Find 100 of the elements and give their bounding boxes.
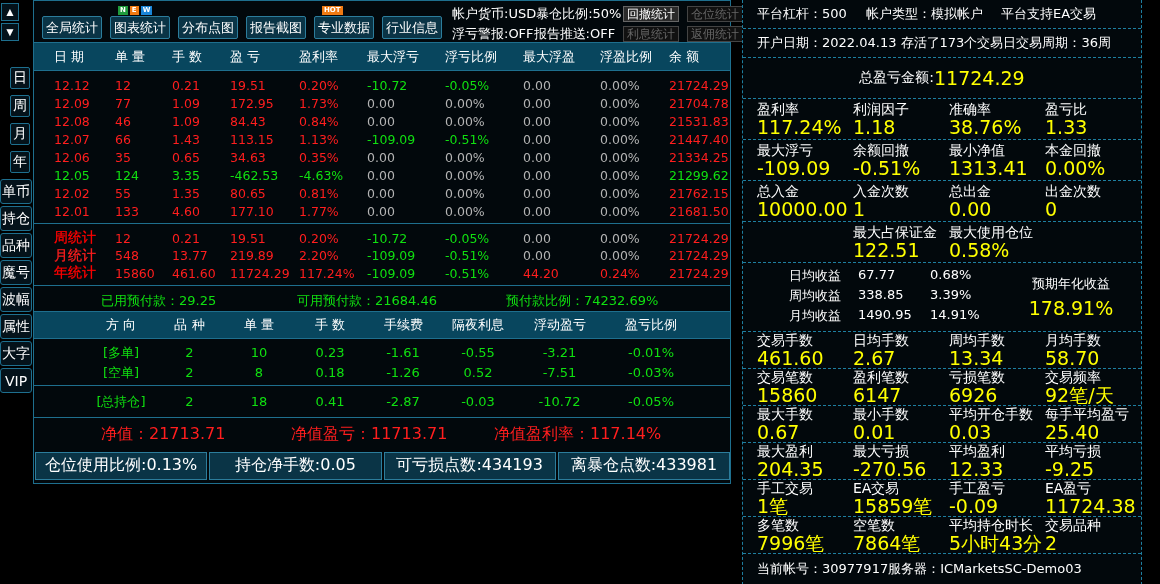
toolbar-button[interactable]: 图表统计 — [110, 16, 170, 39]
side-menu-button[interactable]: 魔号 — [0, 260, 32, 285]
metric-value: 92笔/天 — [1045, 384, 1115, 405]
table-cell: 15860 — [115, 265, 155, 281]
table-cell: 12.02 — [54, 185, 90, 201]
column-header: 最大浮亏 — [367, 47, 420, 66]
table-cell: 1.77% — [299, 203, 339, 219]
column-header: 盈亏比例 — [625, 315, 677, 334]
metric-label: EA交易 — [853, 480, 901, 496]
margin-stat: 已用预付款：29.25 — [101, 291, 218, 310]
scroll-up-button[interactable]: ▲ — [1, 3, 19, 21]
table-cell: 21681.50 — [669, 203, 729, 219]
average-value: 3.39% — [930, 287, 973, 304]
table-cell: 77 — [115, 95, 131, 111]
table-cell: -0.51% — [445, 131, 490, 147]
column-header: 盈 亏 — [230, 47, 262, 66]
column-header: 盈利率 — [299, 47, 339, 66]
toolbar-button[interactable]: 行业信息 — [382, 16, 442, 39]
table-cell: 80.65 — [230, 185, 266, 201]
equity-stat: 净值：21713.71 — [101, 424, 227, 445]
table-cell: 12 — [115, 230, 131, 246]
table-cell: -0.01% — [628, 345, 674, 360]
table-cell: 0.23 — [315, 345, 345, 360]
table-cell: -109.09 — [367, 131, 416, 147]
table-cell: 18 — [250, 394, 268, 409]
side-menu-button[interactable]: 持仓 — [0, 206, 32, 231]
table-cell: 21334.25 — [669, 149, 729, 165]
side-menu-button[interactable]: 波幅 — [0, 287, 32, 312]
period-button[interactable]: 年 — [10, 151, 30, 173]
period-button[interactable]: 日 — [10, 67, 30, 89]
metric-label: 交易手数 — [757, 332, 814, 348]
table-cell: -109.09 — [367, 248, 416, 263]
metric-label: 平均盈利 — [949, 443, 1006, 459]
table-cell: 0.00% — [445, 95, 485, 111]
table-cell: 4.60 — [172, 203, 200, 219]
table-cell: 12.05 — [54, 167, 90, 183]
table-cell: 2 — [185, 394, 194, 409]
table-cell: 年统计 — [54, 264, 96, 282]
table-cell: 461.60 — [172, 265, 216, 281]
table-cell: 66 — [115, 131, 131, 147]
position-stat-panel: 离暴仓点数:433981 — [557, 451, 730, 480]
table-cell: 0.20% — [299, 77, 339, 93]
table-cell: 21724.29 — [669, 248, 729, 263]
metric-value: -109.09 — [757, 157, 832, 178]
table-cell: -1.26 — [386, 365, 420, 380]
total-pl-value: 11724.29 — [934, 67, 1025, 89]
table-cell: 0.00 — [523, 167, 551, 183]
metric-value: 122.51 — [853, 239, 921, 260]
table-cell: 10 — [250, 345, 268, 360]
table-cell: 21762.15 — [669, 185, 729, 201]
account-info-text: 平台支持EA交易 — [1001, 5, 1097, 23]
table-cell: 1.09 — [172, 113, 200, 129]
period-button[interactable]: 月 — [10, 123, 30, 145]
table-cell: 1.35 — [172, 185, 200, 201]
table-cell: 0.20% — [299, 230, 339, 246]
table-cell: 2.20% — [299, 248, 339, 263]
table-cell: 0.00 — [523, 185, 551, 201]
toolbar-button[interactable]: 报告截图 — [246, 16, 306, 39]
table-cell: -10.72 — [367, 77, 408, 93]
table-cell: 21724.29 — [669, 77, 729, 93]
metric-label: 日均手数 — [853, 332, 910, 348]
toolbar-button[interactable]: 全局统计 — [42, 16, 102, 39]
side-menu-button[interactable]: 属性 — [0, 314, 32, 339]
table-cell: 84.43 — [230, 113, 266, 129]
side-menu-button[interactable]: 品种 — [0, 233, 32, 258]
metric-label: 空笔数 — [853, 517, 896, 533]
table-cell: 0.84% — [299, 113, 339, 129]
side-menu-button[interactable]: 大字 — [0, 341, 32, 366]
average-value: 14.91% — [930, 307, 981, 324]
toolbar-button[interactable]: 分布点图 — [178, 16, 238, 39]
table-cell: 1.73% — [299, 95, 339, 111]
table-cell: 21531.83 — [669, 113, 729, 129]
period-button[interactable]: 周 — [10, 95, 30, 117]
stats-button[interactable]: 回撤统计 — [623, 6, 680, 22]
metric-value: 1313.41 — [949, 157, 1029, 178]
metric-label: 最大占保证金 — [853, 224, 938, 240]
total-pl-label: 总盈亏金额: — [859, 69, 934, 87]
metric-label: 月均手数 — [1045, 332, 1102, 348]
table-cell: 12.12 — [54, 77, 90, 93]
table-cell: 0.00% — [445, 185, 485, 201]
metric-label: 出金次数 — [1045, 183, 1102, 199]
table-cell: 0.00 — [523, 149, 551, 165]
table-cell: 0.00 — [367, 95, 395, 111]
table-cell: 0.21 — [172, 230, 200, 246]
metric-value: 0.58% — [949, 239, 1010, 260]
column-header: 浮动盈亏 — [533, 315, 586, 334]
table-cell: 12.06 — [54, 149, 90, 165]
metric-label: 最大亏损 — [853, 443, 910, 459]
table-cell: -0.05% — [445, 230, 490, 246]
table-cell: -0.03 — [461, 394, 495, 409]
average-label: 日均收益 — [789, 267, 841, 285]
table-cell: 1.09 — [172, 95, 200, 111]
scroll-down-button[interactable]: ▼ — [1, 23, 19, 41]
metric-value: 2 — [1045, 532, 1058, 553]
side-menu-button[interactable]: 单币 — [0, 179, 32, 204]
table-cell: 0.00 — [523, 230, 551, 246]
table-cell: 12.08 — [54, 113, 90, 129]
toolbar-button[interactable]: 专业数据 — [314, 16, 374, 39]
metric-value: 0.03 — [949, 421, 992, 442]
side-menu-button[interactable]: VIP — [0, 368, 32, 393]
